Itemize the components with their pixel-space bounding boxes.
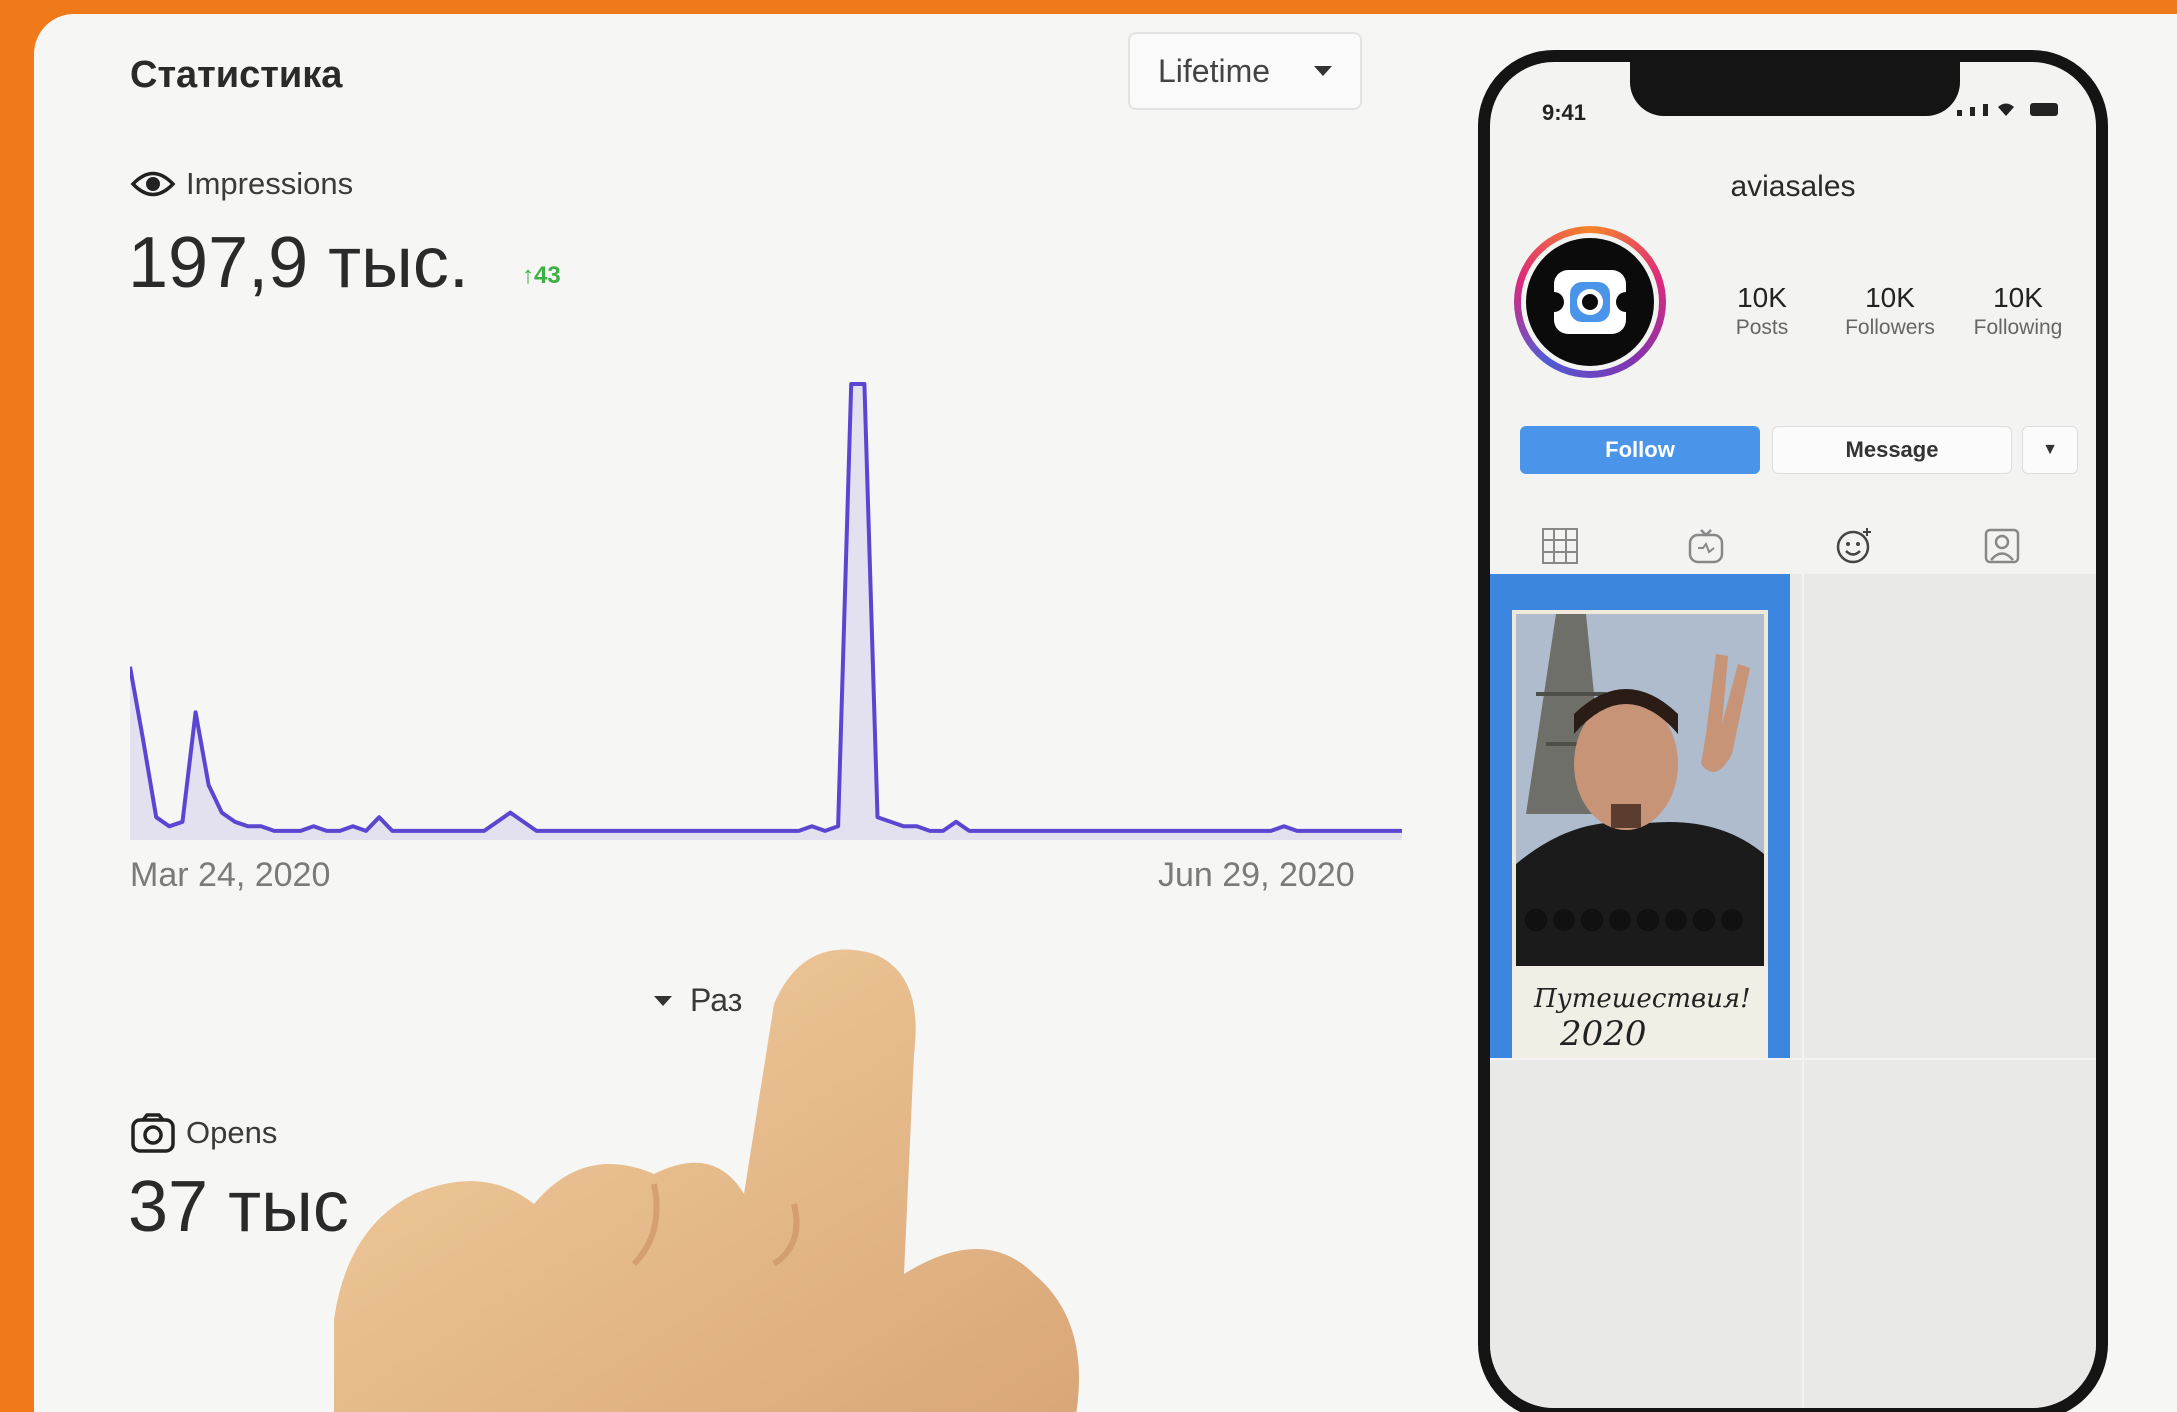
tagged-person-icon	[1984, 528, 2020, 564]
grid-icon	[1542, 528, 1578, 564]
impressions-chart	[130, 382, 1402, 840]
page-title: Статистика	[130, 54, 343, 96]
stat-posts-value: 10K	[1737, 282, 1787, 313]
chart-start-date: Mar 24, 2020	[130, 856, 331, 894]
smiley-sparkle-icon	[1836, 528, 1871, 564]
grid-divider	[1802, 574, 1804, 1408]
wifi-icon	[1998, 103, 2014, 116]
opens-label-row: Opens	[130, 1112, 277, 1154]
stat-followers-value: 10K	[1865, 282, 1915, 313]
stat-following-label: Following	[1973, 316, 2063, 339]
more-options-button[interactable]: ▼	[2022, 426, 2078, 474]
opens-value: 37 тыс	[128, 1167, 349, 1247]
tv-icon	[1688, 529, 1724, 564]
eye-icon	[130, 171, 176, 197]
phone-mockup: 9:41 aviasales 10K Posts 10K Followers 1…	[1478, 50, 2108, 1412]
follow-button[interactable]: Follow	[1520, 426, 1760, 474]
post-thumbnail[interactable]: Путешествия! 2020	[1490, 574, 1790, 1058]
stat-followers-label: Followers	[1845, 316, 1935, 339]
eiffel-tower-selfie-image	[1516, 614, 1764, 976]
profile-username: aviasales	[1730, 170, 1856, 203]
stat-following[interactable]: 10K Following	[1958, 282, 2078, 340]
chevron-down-icon	[1314, 66, 1332, 76]
stats-card: Статистика Lifetime Impressions 197,9 ты…	[34, 14, 2177, 1412]
chevron-down-icon: ▼	[2042, 441, 2058, 458]
tab-tagged[interactable]	[1972, 516, 2032, 576]
camera-icon	[131, 1113, 175, 1153]
signal-icon	[1957, 110, 1962, 116]
impressions-label: Impressions	[186, 166, 354, 201]
tab-grid[interactable]	[1530, 516, 1590, 576]
impressions-label-row: Impressions	[130, 166, 353, 202]
avatar-inner	[1526, 238, 1654, 366]
status-icons	[1957, 102, 2058, 116]
phone-notch	[1630, 62, 1960, 116]
impressions-delta: ↑43	[522, 262, 561, 290]
aviasales-logo-icon	[1548, 270, 1632, 334]
stat-posts[interactable]: 10K Posts	[1702, 282, 1822, 340]
tab-effects[interactable]	[1824, 516, 1884, 576]
arrow-up-icon: ↑	[522, 262, 534, 289]
impressions-value: 197,9 тыс.	[128, 223, 469, 303]
post-year: 2020	[1560, 1014, 1647, 1054]
signal-bar-icon	[1970, 107, 1975, 116]
period-dropdown[interactable]: Lifetime	[1128, 32, 1362, 110]
period-dropdown-label: Lifetime	[1158, 52, 1271, 89]
post-photo	[1512, 610, 1768, 980]
signal-bar-icon	[1983, 104, 1988, 116]
pointing-hand-icon	[334, 949, 1079, 1412]
status-time: 9:41	[1542, 100, 1587, 125]
battery-icon	[2030, 103, 2058, 116]
opens-label: Opens	[186, 1115, 278, 1150]
chart-end-date: Jun 29, 2020	[1158, 856, 1355, 894]
stat-following-value: 10K	[1993, 282, 2043, 313]
message-button[interactable]: Message	[1772, 426, 2012, 474]
impressions-area	[130, 384, 1402, 840]
impressions-delta-value: 43	[534, 262, 561, 289]
stat-followers[interactable]: 10K Followers	[1830, 282, 1950, 340]
impressions-line	[130, 382, 1402, 833]
post-caption: Путешествия!	[1534, 984, 1751, 1014]
avatar[interactable]	[1514, 226, 1666, 378]
profile-tabs	[1490, 516, 2096, 576]
grid-divider	[1490, 1058, 2096, 1060]
posts-grid: Путешествия! 2020	[1490, 574, 2096, 1408]
avatar-gap	[1521, 233, 1659, 371]
stat-posts-label: Posts	[1735, 316, 1789, 339]
tab-reels[interactable]	[1676, 516, 1736, 576]
